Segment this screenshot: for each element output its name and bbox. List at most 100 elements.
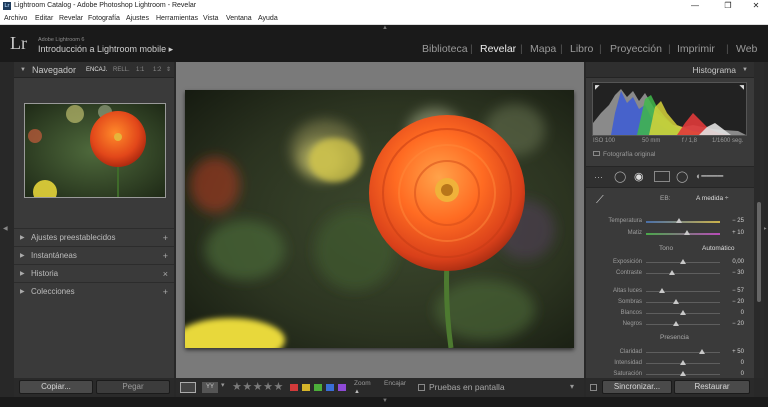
- slider-knob[interactable]: [668, 270, 675, 275]
- shadow-clipping-icon[interactable]: ◤: [595, 84, 600, 91]
- menu-archivo[interactable]: Archivo: [4, 12, 27, 25]
- slider-value[interactable]: 0: [716, 358, 744, 368]
- radial-filter-icon[interactable]: ◯: [676, 170, 688, 183]
- menu-herramientas[interactable]: Herramientas: [156, 12, 198, 25]
- module-biblioteca[interactable]: Biblioteca: [422, 43, 468, 55]
- slider-track[interactable]: [646, 291, 720, 292]
- color-label-purple[interactable]: [338, 384, 346, 391]
- slider-value[interactable]: + 10: [716, 228, 744, 238]
- slider-value[interactable]: − 30: [716, 268, 744, 278]
- crop-tool-icon[interactable]: ⋯: [594, 172, 603, 183]
- slider-exposici-n[interactable]: Exposición 0,00: [586, 257, 754, 267]
- menu-ayuda[interactable]: Ayuda: [258, 12, 278, 25]
- slider-value[interactable]: − 20: [716, 297, 744, 307]
- slider-value[interactable]: − 25: [716, 216, 744, 226]
- menu-ajustes[interactable]: Ajustes: [126, 12, 149, 25]
- slider-knob[interactable]: [683, 230, 690, 235]
- zoom-slider-knob-icon[interactable]: ▲: [354, 389, 360, 395]
- before-after-icon[interactable]: YY: [202, 382, 218, 393]
- add-preset-icon[interactable]: +: [163, 229, 168, 247]
- slider-value[interactable]: − 20: [716, 319, 744, 329]
- slider-intensidad[interactable]: Intensidad 0: [586, 358, 754, 368]
- navigator-header[interactable]: ▼ Navegador ENCAJ. RELL. 1:1 1:2 ⇕: [14, 62, 174, 78]
- slider-track[interactable]: [646, 302, 720, 303]
- module-web[interactable]: Web: [736, 43, 757, 55]
- slider-track[interactable]: [646, 352, 720, 353]
- color-label-red[interactable]: [290, 384, 298, 391]
- color-label-yellow[interactable]: [302, 384, 310, 391]
- color-label-green[interactable]: [314, 384, 322, 391]
- zoom-1-1-option[interactable]: 1:1: [136, 62, 144, 78]
- menu-editar[interactable]: Editar: [35, 12, 53, 25]
- catalog-name[interactable]: Introducción a Lightroom mobile ▸: [38, 44, 173, 55]
- menu-vista[interactable]: Vista: [203, 12, 218, 25]
- slider-track[interactable]: [646, 273, 720, 274]
- slider-value[interactable]: 0,00: [716, 257, 744, 267]
- right-panel-scrollbar[interactable]: [754, 62, 764, 378]
- module-mapa[interactable]: Mapa: [530, 43, 556, 55]
- slider-knob[interactable]: [680, 360, 686, 365]
- zoom-stepper-icon[interactable]: ⇕: [166, 62, 171, 78]
- view-dropdown-icon[interactable]: ▾: [221, 381, 225, 389]
- spot-removal-icon[interactable]: ◯: [614, 170, 626, 183]
- bottom-panel-toggle-icon[interactable]: ▼: [382, 398, 388, 404]
- presets-section[interactable]: ▶ Ajustes preestablecidos +: [14, 228, 174, 246]
- minimize-button[interactable]: —: [684, 0, 706, 12]
- zoom-fit-option[interactable]: ENCAJ.: [86, 62, 107, 78]
- slider-matiz[interactable]: Matiz + 10: [586, 228, 754, 238]
- slider-value[interactable]: − 57: [716, 286, 744, 296]
- red-eye-icon[interactable]: ◉: [634, 170, 644, 183]
- slider-knob[interactable]: [698, 349, 705, 354]
- menu-revelar[interactable]: Revelar: [59, 12, 83, 25]
- top-panel-toggle-icon[interactable]: ▲: [382, 25, 388, 31]
- reset-button[interactable]: Restaurar: [674, 380, 750, 394]
- menu-fotografia[interactable]: Fotografía: [88, 12, 120, 25]
- slider-value[interactable]: 0: [716, 308, 744, 318]
- maximize-button[interactable]: ❐: [717, 0, 739, 12]
- main-photo-image[interactable]: [185, 90, 574, 348]
- slider-altas-luces[interactable]: Altas luces − 57: [586, 286, 754, 296]
- slider-value[interactable]: + 50: [716, 347, 744, 357]
- slider-knob[interactable]: [658, 288, 665, 293]
- menu-ventana[interactable]: Ventana: [226, 12, 252, 25]
- collections-section[interactable]: ▶ Colecciones +: [14, 282, 174, 300]
- module-revelar[interactable]: Revelar: [480, 43, 516, 55]
- histogram-header[interactable]: Histograma ▼: [586, 62, 754, 78]
- copy-settings-button[interactable]: Copiar...: [19, 380, 93, 394]
- highlight-clipping-icon[interactable]: ◥: [739, 84, 744, 91]
- slider-knob[interactable]: [672, 299, 679, 304]
- star-rating[interactable]: ★★★★★: [232, 380, 284, 393]
- snapshots-section[interactable]: ▶ Instantáneas +: [14, 246, 174, 264]
- slider-blancos[interactable]: Blancos 0: [586, 308, 754, 318]
- module-imprimir[interactable]: Imprimir: [677, 43, 715, 55]
- scrollbar-thumb[interactable]: [757, 202, 761, 302]
- original-photo-toggle[interactable]: Fotografía original: [593, 151, 655, 158]
- left-panel-toggle-icon[interactable]: ◀: [3, 225, 8, 232]
- adjustment-brush-icon[interactable]: ◐━━━━: [696, 171, 723, 182]
- close-button[interactable]: ✕: [745, 0, 767, 12]
- add-collection-icon[interactable]: +: [163, 283, 168, 301]
- histogram-graph[interactable]: ◤ ◥: [592, 82, 747, 136]
- soft-proof-checkbox[interactable]: [418, 384, 425, 391]
- module-libro[interactable]: Libro: [570, 43, 593, 55]
- zoom-1-2-option[interactable]: 1:2: [153, 62, 161, 78]
- slider-knob[interactable]: [680, 259, 686, 264]
- navigator-preview[interactable]: [24, 103, 166, 204]
- slider-track[interactable]: [646, 221, 720, 223]
- sync-button[interactable]: Sincronizar...: [602, 380, 672, 394]
- slider-knob[interactable]: [675, 218, 682, 223]
- wb-preset-select[interactable]: A medida ÷: [696, 195, 728, 202]
- clear-history-icon[interactable]: ×: [163, 265, 168, 283]
- add-snapshot-icon[interactable]: +: [163, 247, 168, 265]
- module-proyeccion[interactable]: Proyección: [610, 43, 662, 55]
- auto-tone-button[interactable]: Automático: [702, 245, 735, 252]
- slider-negros[interactable]: Negros − 20: [586, 319, 754, 329]
- color-label-blue[interactable]: [326, 384, 334, 391]
- slider-knob[interactable]: [672, 321, 679, 326]
- loupe-view-icon[interactable]: [180, 382, 196, 393]
- toolbar-options-icon[interactable]: ▾: [570, 382, 574, 391]
- slider-knob[interactable]: [680, 310, 686, 315]
- slider-knob[interactable]: [680, 371, 686, 376]
- slider-sombras[interactable]: Sombras − 20: [586, 297, 754, 307]
- slider-temperatura[interactable]: Temperatura − 25: [586, 216, 754, 226]
